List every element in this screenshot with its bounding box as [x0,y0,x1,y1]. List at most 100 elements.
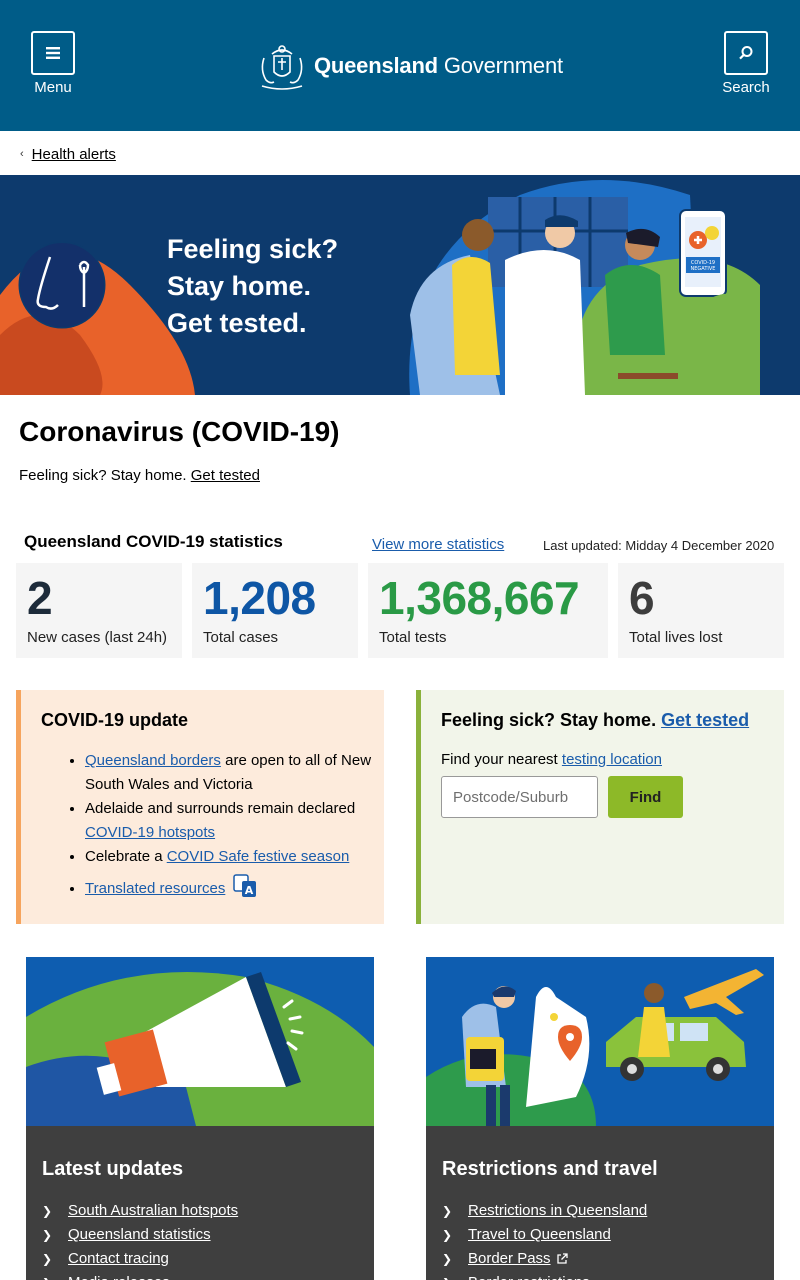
covid-update-box: COVID-19 update Queensland borders are o… [16,690,384,924]
stat-card-total-tests: 1,368,667 Total tests [368,563,608,658]
brand-government: Government [443,53,563,78]
stats-last-updated: Last updated: Midday 4 December 2020 [543,538,775,553]
latest-updates-title: Latest updates [42,1158,184,1180]
find-button[interactable]: Find [608,776,683,818]
chevron-right-icon: ❯ [42,1228,53,1242]
banner-line-2: Stay home. [167,271,312,301]
covid-update-title: COVID-19 update [41,710,189,730]
get-tested-link[interactable]: Get tested [661,710,749,730]
covid-safe-festive-link[interactable]: COVID Safe festive season [167,848,350,865]
covid-update-list: Queensland borders are open to all of Ne… [41,749,381,901]
stat-label: Total lives lost [629,629,723,646]
banner-illustration: COVID-19 NEGATIVE [0,180,760,395]
coat-of-arms-icon [261,45,303,90]
view-more-statistics-link[interactable]: View more statistics [372,536,504,553]
menu-button[interactable] [31,31,75,75]
border-pass-link[interactable]: Border Pass [468,1247,551,1271]
feeling-sick-title-text: Feeling sick? Stay home. [441,710,662,730]
list-item: ❯Media releases [42,1271,374,1280]
stat-value: 1,208 [203,572,316,624]
latest-updates-list: ❯ South Australian hotspots ❯ Queensland s… [42,1199,374,1280]
find-testing-label: Find your nearest testing location [441,751,784,768]
feeling-sick-title: Feeling sick? Stay home. Get tested [441,710,784,731]
intro-text: Feeling sick? Stay home. Get tested [19,467,260,484]
restrictions-travel-list: ❯ Restrictions in Queensland ❯ Travel to Q… [442,1199,774,1280]
latest-updates-card: Latest updates ❯ South Australian hotspot… [26,957,374,1280]
find-testing-text: Find your nearest [441,751,562,768]
queensland-statistics-link[interactable]: Queensland statistics [68,1223,211,1247]
stat-value: 2 [27,572,53,624]
banner-line-1: Feeling sick? [167,234,339,264]
stat-label: New cases (last 24h) [27,629,168,646]
search-label[interactable]: Search [720,79,772,96]
stat-card-total-cases: 1,208 Total cases [192,563,358,658]
brand-queensland: Queensland [314,53,438,78]
banner-line-3: Get tested. [167,308,307,338]
chevron-left-icon: ‹ [20,148,24,160]
list-item: ❯ Border Pass [442,1247,774,1271]
restrictions-in-queensland-link[interactable]: Restrictions in Queensland [468,1199,647,1223]
translate-icon: A [232,874,256,897]
list-item: ❯ Restrictions in Queensland [442,1199,774,1223]
travel-icon [426,969,764,1126]
stat-value: 1,368,667 [379,572,580,624]
search-button[interactable] [724,31,768,75]
queensland-borders-link[interactable]: Queensland borders [85,752,221,769]
stat-card-new-cases: 2 New cases (last 24h) [16,563,182,658]
page-title: Coronavirus (COVID-19) [19,416,340,447]
search-icon [739,46,753,60]
intro-get-tested-link[interactable]: Get tested [191,467,260,484]
feeling-sick-box: Feeling sick? Stay home. Get tested Find… [416,690,784,924]
covid-hotspots-link[interactable]: COVID-19 hotspots [85,824,215,841]
phone-negative-text2: NEGATIVE [691,266,716,272]
list-item: ❯ Travel to Queensland [442,1223,774,1247]
testing-location-link[interactable]: testing location [562,751,662,768]
restrictions-travel-title: Restrictions and travel [442,1158,658,1180]
restrictions-travel-image [426,957,774,1126]
external-link-icon [556,1253,568,1264]
megaphone-icon [26,972,374,1126]
contact-tracing-link[interactable]: Contact tracing [68,1247,169,1271]
list-item: Celebrate a COVID Safe festive season [85,845,381,869]
chevron-right-icon: ❯ [442,1271,468,1280]
stat-value: 6 [629,572,655,624]
latest-updates-image [26,957,374,1126]
stat-label: Total cases [203,629,279,646]
postcode-suburb-input[interactable] [441,776,598,818]
travel-to-queensland-link[interactable]: Travel to Queensland [468,1223,611,1247]
chevron-right-icon: ❯ [42,1204,53,1218]
list-item: Translated resources A [85,873,381,901]
chevron-right-icon: ❯ [42,1252,53,1266]
chevron-right-icon: ❯ [442,1252,453,1266]
chevron-right-icon: ❯ [442,1204,453,1218]
menu-label[interactable]: Menu [31,79,75,96]
hamburger-icon [46,47,60,59]
banner-heading: Feeling sick? Stay home. Get tested. [167,231,338,342]
intro-text-plain: Feeling sick? Stay home. [19,467,191,484]
stats-title: Queensland COVID-19 statistics [24,532,283,551]
chevron-right-icon: ❯ [442,1228,453,1242]
chevron-right-icon: ❯ [42,1271,68,1280]
list-item-text: Celebrate a [85,848,167,865]
site-header: Menu Queensland Government Search [0,0,800,131]
list-item: ❯ South Australian hotspots [42,1199,374,1223]
svg-text:A: A [244,884,253,897]
list-item: ❯ Contact tracing [42,1247,374,1271]
list-item-text: Adelaide and surrounds remain declared [85,800,356,817]
stat-card-lives-lost: 6 Total lives lost [618,563,784,658]
testing-search-row: Find [441,776,784,818]
breadcrumb: ‹ Health alerts [20,143,116,165]
stat-label: Total tests [379,629,447,646]
south-australian-hotspots-link[interactable]: South Australian hotspots [68,1199,238,1223]
list-item: ❯Border restrictions [442,1271,774,1280]
media-releases-link[interactable]: Media releases [68,1271,170,1280]
list-item: ❯ Queensland statistics [42,1223,374,1247]
list-item: Adelaide and surrounds remain declared C… [85,797,381,845]
list-item: Queensland borders are open to all of Ne… [85,749,381,797]
hero-banner: COVID-19 NEGATIVE Feeling sick? Stay hom… [0,175,800,395]
translated-resources-link[interactable]: Translated resources [85,880,225,897]
border-restrictions-link[interactable]: Border restrictions [468,1271,590,1280]
qld-government-logo[interactable]: Queensland Government [254,40,563,92]
breadcrumb-health-alerts[interactable]: Health alerts [32,146,116,163]
restrictions-travel-card: Restrictions and travel ❯ Restrictions in… [426,957,774,1280]
